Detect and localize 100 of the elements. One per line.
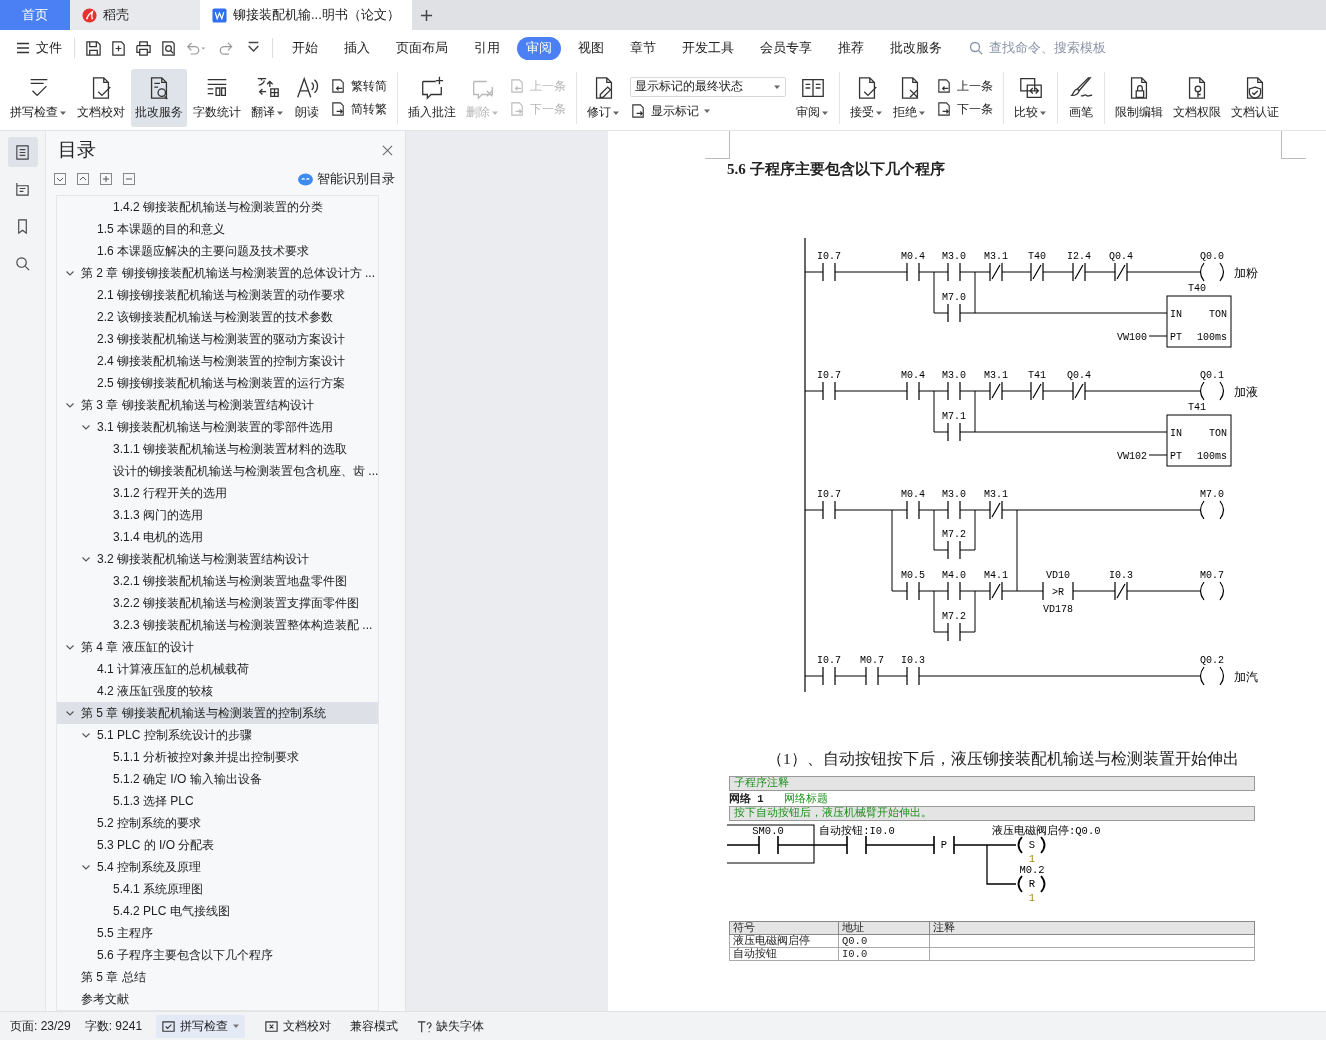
normally-closed-contact — [989, 381, 1003, 401]
ribbon-button[interactable]: 文档校对 — [73, 69, 129, 127]
outline-item[interactable]: 设计的铆接装配机输送与检测装置包含机座、齿 ... — [57, 460, 378, 482]
collapse-all-icon[interactable] — [54, 173, 66, 185]
ribbon-button[interactable]: 批改服务 — [131, 69, 187, 127]
ribbon-tab[interactable]: 章节 — [621, 36, 665, 60]
expand-up-icon[interactable] — [77, 173, 89, 185]
outline-item[interactable]: 5.4.2 PLC 电气接线图 — [57, 900, 378, 922]
file-menu-button[interactable]: 文件 — [10, 39, 68, 57]
contact-label: M7.0 — [942, 292, 966, 303]
ribbon-button[interactable]: 修订 — [583, 69, 624, 127]
markup-display-dropdown[interactable]: 显示标记的最终状态 — [630, 76, 786, 97]
compare-icon — [1017, 75, 1044, 101]
search-icon — [969, 41, 983, 55]
outline-item[interactable]: 5.2 控制系统的要求 — [57, 812, 378, 834]
outline-item[interactable]: 5.3 PLC 的 I/O 分配表 — [57, 834, 378, 856]
ribbon-small-button[interactable]: 下一条 — [936, 101, 993, 118]
outline-item[interactable]: 3.2 铆接装配机输送与检测装置结构设计 — [57, 548, 378, 570]
ribbon-button[interactable]: 拼写检查 — [6, 69, 71, 127]
ribbon-button[interactable]: 文档权限 — [1169, 69, 1225, 127]
smart-toc-button[interactable]: 智能识别目录 — [292, 169, 401, 189]
outline-item[interactable]: 3.1.4 电机的选用 — [57, 526, 378, 548]
outline-item[interactable]: 1.6 本课题应解决的主要问题及技术要求 — [57, 240, 378, 262]
outline-item[interactable]: 5.4 控制系统及原理 — [57, 856, 378, 878]
ribbon-small-button[interactable]: 显示标记 — [630, 102, 786, 120]
outline-item[interactable]: 第 5 章 总结 — [57, 966, 378, 988]
ribbon-small-button[interactable]: 上一条 — [936, 78, 993, 95]
ribbon-button[interactable]: 字数统计 — [189, 69, 245, 127]
outline-item[interactable]: 第 5 章 铆接装配机输送与检测装置的控制系统 — [57, 702, 378, 724]
comment-bar: 子程序注释 — [729, 776, 1255, 791]
remove-level-icon[interactable] — [123, 173, 135, 185]
outline-item[interactable]: 5.5 主程序 — [57, 922, 378, 944]
outline-item[interactable]: 4.1 计算液压缸的总机械载荷 — [57, 658, 378, 680]
ribbon-tab[interactable]: 开发工具 — [673, 36, 743, 60]
normally-open-contact — [947, 381, 961, 401]
outline-icon[interactable] — [7, 137, 38, 167]
outline-item[interactable]: 2.3 铆接装配机输送与检测装置的驱动方案设计 — [57, 328, 378, 350]
ribbon-tab[interactable]: 批改服务 — [881, 36, 951, 60]
new-tab-icon[interactable] — [419, 8, 433, 22]
outline-item[interactable]: 第 3 章 铆接装配机输送与检测装置结构设计 — [57, 394, 378, 416]
outline-item[interactable]: 第 2 章 铆接铆接装配机输送与检测装置的总体设计方 ... — [57, 262, 378, 284]
outline-item[interactable]: 3.2.2 铆接装配机输送与检测装置支撑面零件图 — [57, 592, 378, 614]
table-cell: I0.0 — [838, 947, 930, 961]
ribbon-button[interactable]: 接受 — [846, 69, 887, 127]
outline-item[interactable]: 4.2 液压缸强度的较核 — [57, 680, 378, 702]
ribbon-tab[interactable]: 推荐 — [829, 36, 873, 60]
status-toggle-button[interactable]: 文档校对 — [259, 1014, 337, 1038]
save-icon[interactable] — [85, 39, 102, 57]
outline-item[interactable]: 3.1.2 行程开关的选用 — [57, 482, 378, 504]
outline-item[interactable]: 3.2.1 铆接装配机输送与检测装置地盘零件图 — [57, 570, 378, 592]
outline-item[interactable]: 参考文献 — [57, 988, 378, 1010]
outline-item[interactable]: 第 4 章 液压缸的设计 — [57, 636, 378, 658]
outline-item[interactable]: 3.1.3 阀门的选用 — [57, 504, 378, 526]
ribbon-button[interactable]: 文档认证 — [1227, 69, 1283, 127]
outline-item[interactable]: 5.6 子程序主要包含以下几个程序 — [57, 944, 378, 966]
outline-item[interactable]: 5.4.1 系统原理图 — [57, 878, 378, 900]
outline-item[interactable]: 5.1.2 确定 I/O 输入输出设备 — [57, 768, 378, 790]
outline-item[interactable]: 1.5 本课题的目的和意义 — [57, 218, 378, 240]
print-preview-icon[interactable] — [160, 39, 177, 57]
outline-item[interactable]: 1.4.2 铆接装配机输送与检测装置的分类 — [57, 196, 378, 218]
outline-item[interactable]: 2.1 铆接铆接装配机输送与检测装置的动作要求 — [57, 284, 378, 306]
print-icon[interactable] — [135, 39, 152, 57]
outline-item[interactable]: 5.1.3 选择 PLC — [57, 790, 378, 812]
chevron-icon — [65, 708, 75, 718]
ribbon-button[interactable]: 限制编辑 — [1111, 69, 1167, 127]
ribbon-tab[interactable]: 审阅 — [517, 36, 561, 60]
outline-item[interactable]: 2.2 该铆接装配机输送与检测装置的技术参数 — [57, 306, 378, 328]
compare-operator: >R — [1052, 587, 1064, 598]
ribbon-button[interactable]: 插入批注 — [404, 69, 460, 127]
ribbon-button[interactable]: 朗读 — [290, 69, 324, 127]
ribbon-small-button[interactable]: 繁转简 — [330, 78, 387, 95]
missing-font-button[interactable]: 缺失字体 — [412, 1014, 490, 1038]
outline-item[interactable]: 2.4 铆接装配机输送与检测装置的控制方案设计 — [57, 350, 378, 372]
outline-item[interactable]: 5.1.1 分析被控对象并提出控制要求 — [57, 746, 378, 768]
ribbon-tab[interactable]: 视图 — [569, 36, 613, 60]
ribbon-small-button[interactable]: 简转繁 — [330, 101, 387, 118]
normally-open-contact — [822, 262, 836, 282]
command-search-field[interactable]: 查找命令、搜索模板 — [969, 40, 1131, 56]
ribbon-button[interactable]: 拒绝 — [889, 69, 930, 127]
outline-item[interactable]: 3.1 铆接装配机输送与检测装置的零部件选用 — [57, 416, 378, 438]
outline-item[interactable]: 2.5 铆接铆接装配机输送与检测装置的运行方案 — [57, 372, 378, 394]
outline-item[interactable]: 3.1.1 铆接装配机输送与检测装置材料的选取 — [57, 438, 378, 460]
add-level-icon[interactable] — [100, 173, 112, 185]
document-tab[interactable]: 铆接装配机输...明书（论文） — [200, 0, 412, 30]
ribbon-tab[interactable]: 引用 — [465, 36, 509, 60]
status-toggle-button[interactable]: 拼写检查 — [156, 1014, 246, 1038]
document-tab[interactable]: 稻壳 — [70, 0, 200, 30]
ribbon-tab[interactable]: 插入 — [335, 36, 379, 60]
ribbon-button[interactable]: 审阅 — [792, 69, 833, 127]
ribbon-tab[interactable]: 开始 — [283, 36, 327, 60]
ribbon-tab[interactable]: 页面布局 — [387, 36, 457, 60]
close-icon[interactable] — [382, 144, 393, 156]
outline-item[interactable]: 5.1 PLC 控制系统设计的步骤 — [57, 724, 378, 746]
outline-item[interactable]: 3.2.3 铆接装配机输送与检测装置整体构造装配 ... — [57, 614, 378, 636]
ribbon-button[interactable]: 比较 — [1010, 69, 1051, 127]
document-tab[interactable]: 首页 — [0, 0, 70, 30]
export-document-icon[interactable] — [110, 39, 127, 57]
ribbon-button[interactable]: 画笔 — [1064, 69, 1098, 127]
ribbon-tab[interactable]: 会员专享 — [751, 36, 821, 60]
ribbon-button[interactable]: 翻译 — [247, 69, 288, 127]
